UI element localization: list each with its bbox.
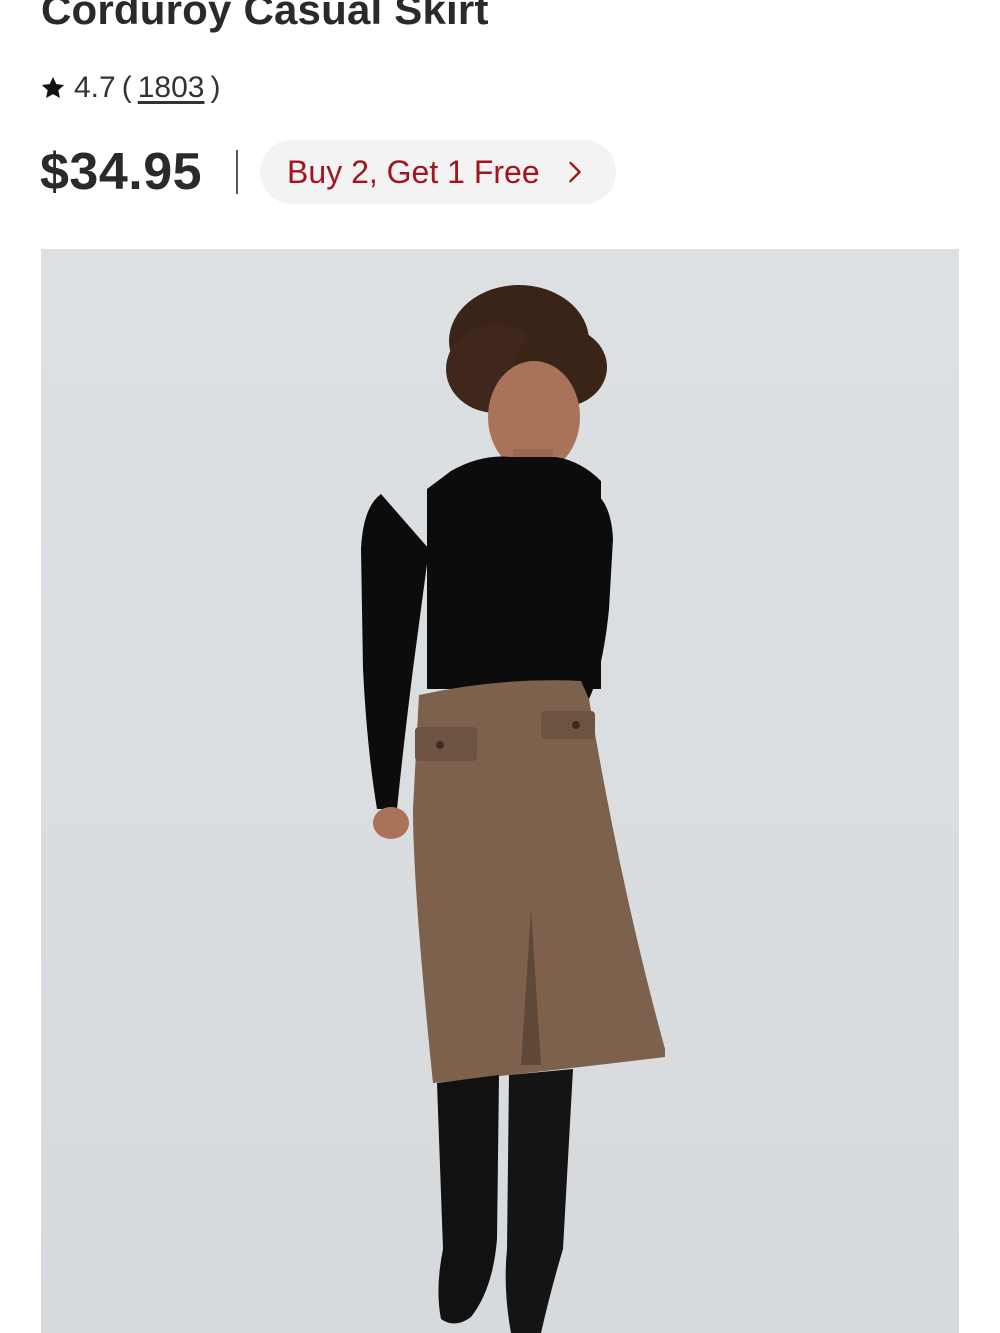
review-count-link[interactable]: 1803 — [138, 71, 205, 105]
product-photo[interactable] — [41, 249, 959, 1333]
product-title: Corduroy Casual Skirt — [41, 0, 489, 33]
price-row: $34.95 Buy 2, Get 1 Free — [40, 140, 616, 204]
model-illustration — [361, 285, 665, 1333]
product-detail-page: Corduroy Casual Skirt 4.7 ( 1803 ) $34.9… — [0, 0, 1000, 1333]
promo-label: Buy 2, Get 1 Free — [287, 153, 540, 190]
rating-value: 4.7 — [74, 71, 116, 104]
product-price: $34.95 — [40, 143, 203, 201]
star-icon — [40, 75, 66, 101]
price-divider — [236, 150, 239, 194]
chevron-right-icon — [564, 161, 586, 183]
promo-button[interactable]: Buy 2, Get 1 Free — [260, 140, 616, 204]
rating-open-paren: ( — [121, 71, 132, 104]
rating-close-paren: ) — [210, 71, 221, 104]
rating-row: 4.7 ( 1803 ) — [40, 68, 220, 108]
